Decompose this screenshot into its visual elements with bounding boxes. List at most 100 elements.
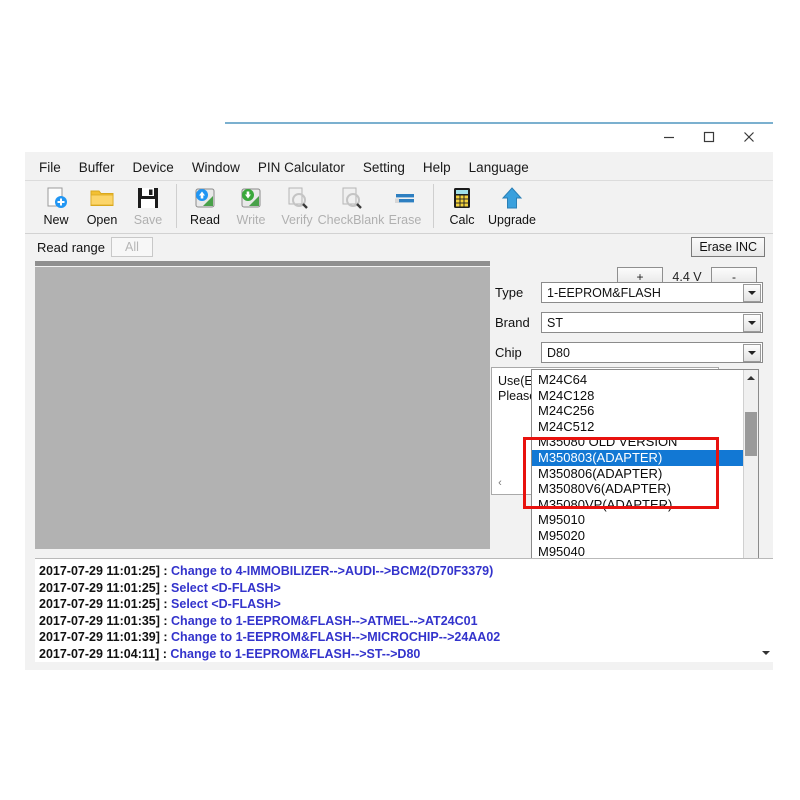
hex-data-panel[interactable] [35, 267, 490, 549]
erase-inc-button[interactable]: Erase INC [691, 237, 765, 257]
list-item[interactable]: M24C128 [532, 388, 743, 404]
chip-list-scrollbar[interactable] [743, 370, 758, 582]
toolbar-separator-2 [433, 184, 434, 228]
upgrade-button-label: Upgrade [488, 213, 536, 227]
new-button-label: New [43, 213, 69, 227]
list-item[interactable]: M24C64 [532, 372, 743, 388]
log-timestamp: 2017-07-29 11:01:25] : [39, 580, 172, 595]
write-button-label: Write [236, 213, 266, 227]
log-timestamp: 2017-07-29 11:01:35] : [39, 613, 172, 628]
type-row: Type 1-EEPROM&FLASH [495, 282, 765, 303]
maximize-icon[interactable] [689, 123, 729, 151]
chip-dropdown-list[interactable]: M24C64 M24C128 M24C256 M24C512 M35080 OL… [531, 369, 759, 583]
chip-info-scroll-left-icon[interactable]: ‹ [493, 474, 507, 492]
upgrade-arrow-icon [499, 184, 525, 212]
log-panel[interactable]: 2017-07-29 11:01:25] : Change to 4-IMMOB… [35, 558, 773, 662]
log-entries: 2017-07-29 11:01:25] : Change to 4-IMMOB… [35, 559, 758, 662]
title-bar [25, 122, 773, 152]
list-item[interactable]: M95010 [532, 512, 743, 528]
log-message: Select <D-FLASH> [171, 597, 281, 611]
list-item[interactable]: M35080VP(ADAPTER) [532, 497, 743, 513]
log-timestamp: 2017-07-29 11:04:11] : [39, 646, 171, 661]
menu-item-setting[interactable]: Setting [363, 160, 405, 175]
scroll-down-icon[interactable] [758, 645, 773, 660]
log-entry: 2017-07-29 11:01:25] : Select <D-FLASH> [39, 580, 758, 597]
brand-select[interactable]: ST [541, 312, 763, 333]
log-entry: 2017-07-29 11:01:25] : Select <D-FLASH> [39, 596, 758, 613]
chip-select[interactable]: D80 [541, 342, 763, 363]
scrollbar-thumb[interactable] [745, 412, 757, 456]
verify-magnifier-icon [284, 184, 310, 212]
log-message: Change to 4-IMMOBILIZER-->AUDI-->BCM2(D7… [171, 564, 494, 578]
type-select[interactable]: 1-EEPROM&FLASH [541, 282, 763, 303]
menu-item-help[interactable]: Help [423, 160, 451, 175]
checkblank-button[interactable]: CheckBlank [317, 181, 385, 233]
minimize-icon[interactable] [649, 123, 689, 151]
close-icon[interactable] [729, 123, 769, 151]
checkblank-magnifier-icon [338, 184, 364, 212]
menu-bar: File Buffer Device Window PIN Calculator… [25, 154, 773, 180]
read-range-label: Read range [37, 240, 105, 255]
log-timestamp: 2017-07-29 11:01:25] : [39, 564, 172, 578]
new-button[interactable]: New [33, 181, 79, 233]
log-message: Change to 1-EEPROM&FLASH-->ST-->D80 [170, 646, 421, 661]
write-button[interactable]: Write [228, 181, 274, 233]
toolbar: New Open Save Read Write Verify CheckBla… [25, 180, 773, 286]
calculator-icon [449, 184, 475, 212]
list-item[interactable]: M95040 [532, 544, 743, 560]
log-entry: 2017-07-29 11:01:39] : Change to 1-EEPRO… [39, 629, 758, 646]
list-item-selected[interactable]: M350803(ADAPTER) [532, 449, 743, 466]
checkblank-button-label: CheckBlank [317, 213, 385, 227]
window-controls [649, 122, 769, 152]
list-item[interactable]: M95020 [532, 528, 743, 544]
open-button[interactable]: Open [79, 181, 125, 233]
type-select-value: 1-EEPROM&FLASH [547, 285, 661, 300]
device-selection-form: Type 1-EEPROM&FLASH Brand ST Chip D80 [495, 282, 765, 372]
log-entry: 2017-07-29 11:01:25] : Change to 4-IMMOB… [39, 563, 758, 580]
menu-item-pin-calculator[interactable]: PIN Calculator [258, 160, 345, 175]
chip-label: Chip [495, 345, 522, 360]
upgrade-button[interactable]: Upgrade [485, 181, 539, 233]
list-item[interactable]: M35080V6(ADAPTER) [532, 481, 743, 497]
write-chip-icon [238, 184, 264, 212]
calc-button-label: Calc [449, 213, 475, 227]
read-chip-icon [192, 184, 218, 212]
chip-row: Chip D80 [495, 342, 765, 363]
floppy-save-icon [135, 184, 161, 212]
brand-row: Brand ST [495, 312, 765, 333]
save-button[interactable]: Save [125, 181, 171, 233]
menu-item-device[interactable]: Device [133, 160, 174, 175]
type-label: Type [495, 285, 524, 300]
list-item[interactable]: M24C512 [532, 419, 743, 435]
read-range-input[interactable]: All [111, 237, 153, 257]
list-item[interactable]: M35080 OLD VERSION [532, 434, 743, 450]
chevron-down-icon[interactable] [743, 343, 761, 362]
hex-panel-header [35, 261, 490, 266]
log-scrollbar[interactable] [758, 559, 773, 662]
read-button[interactable]: Read [182, 181, 228, 233]
log-timestamp: 2017-07-29 11:01:25] : [39, 597, 172, 611]
scroll-up-icon[interactable] [743, 370, 758, 385]
log-message: Select <D-FLASH> [171, 580, 281, 595]
chevron-down-icon[interactable] [743, 313, 761, 332]
open-folder-icon [89, 184, 115, 212]
menu-item-file[interactable]: File [39, 160, 61, 175]
erase-button[interactable]: Erase [382, 181, 428, 233]
list-item[interactable]: M24C256 [532, 403, 743, 419]
verify-button[interactable]: Verify [274, 181, 320, 233]
brand-label: Brand [495, 315, 530, 330]
chevron-down-icon[interactable] [743, 283, 761, 302]
save-button-label: Save [133, 213, 163, 227]
calc-button[interactable]: Calc [439, 181, 485, 233]
log-message: Change to 1-EEPROM&FLASH-->ATMEL-->AT24C… [171, 613, 478, 628]
erase-bars-icon [392, 184, 418, 212]
chip-select-value: D80 [547, 345, 570, 360]
read-button-label: Read [190, 213, 220, 227]
menu-item-window[interactable]: Window [192, 160, 240, 175]
menu-item-language[interactable]: Language [469, 160, 529, 175]
new-file-icon [43, 184, 69, 212]
erase-button-label: Erase [388, 213, 422, 227]
open-button-label: Open [86, 213, 118, 227]
menu-item-buffer[interactable]: Buffer [79, 160, 115, 175]
list-item[interactable]: M350806(ADAPTER) [532, 466, 743, 482]
